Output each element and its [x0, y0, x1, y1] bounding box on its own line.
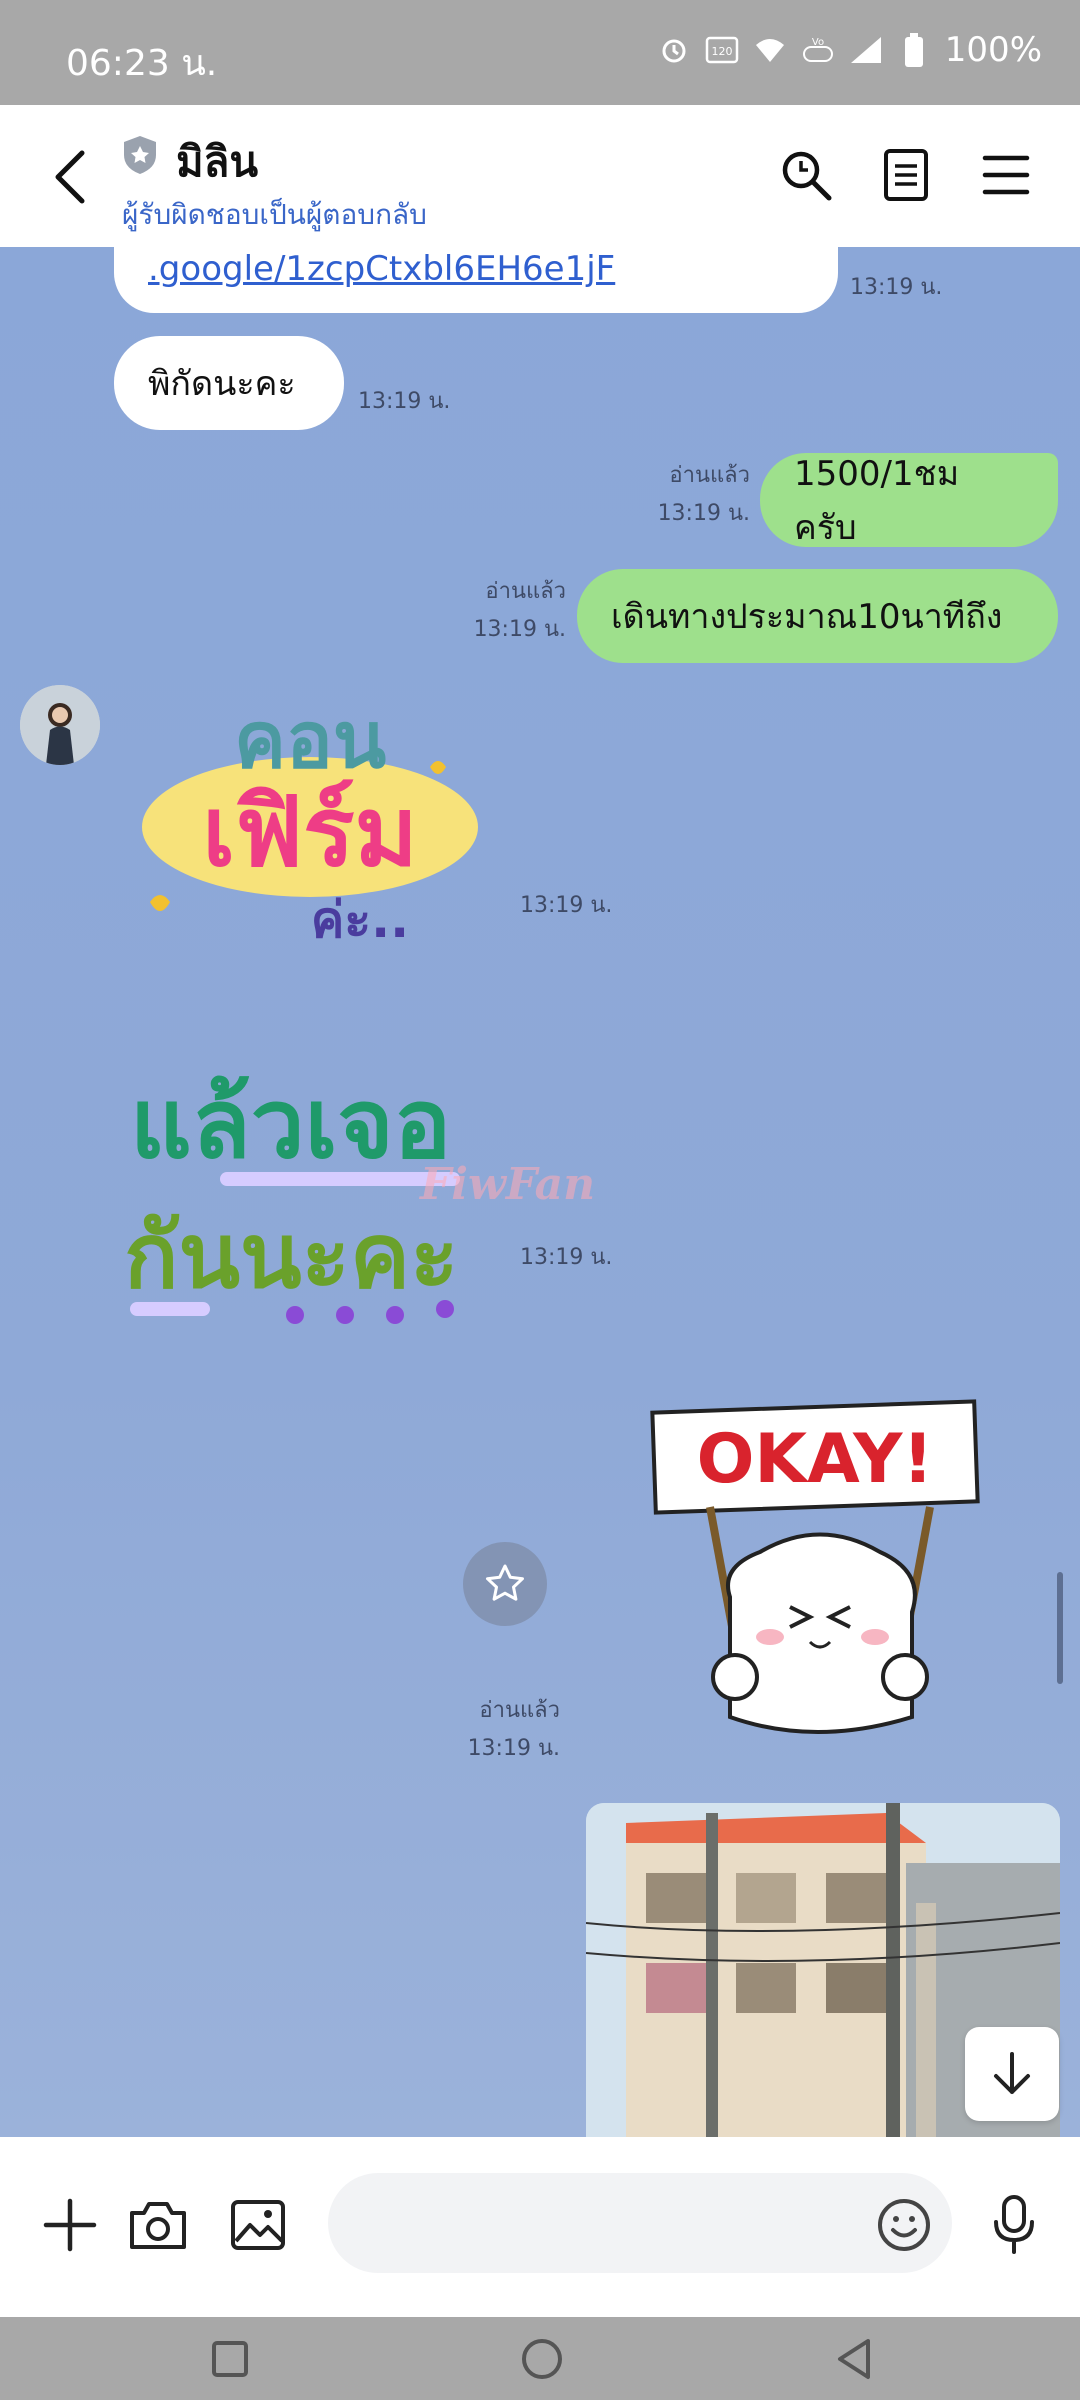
read-receipt: อ่านแล้ว 13:19 น. — [620, 457, 750, 533]
status-time: 06:23 น. — [66, 43, 218, 84]
read-receipt: อ่านแล้ว 13:19 น. — [430, 1692, 560, 1768]
sticker-text-2: เฟิร์ม — [202, 776, 418, 888]
battery-percent: 100% — [944, 30, 1042, 70]
message-text: เดินทางประมาณ10นาทีถึง — [611, 597, 1003, 637]
sticker-text-1: แล้วเจอ — [130, 1068, 451, 1180]
microphone-icon — [994, 2195, 1034, 2254]
message-time: 13:19 น. — [467, 1736, 560, 1761]
shield-icon — [122, 135, 158, 175]
wifi-icon — [753, 33, 787, 67]
status-icons: 120 Vo 100% — [657, 30, 1042, 70]
chat-header: มิลิน ผู้รับผิดชอบเป็นผู้ตอบกลับ — [0, 105, 1080, 247]
scrollbar[interactable] — [1057, 1572, 1063, 1684]
alarm-icon — [657, 33, 691, 67]
voice-button[interactable] — [982, 2193, 1046, 2257]
arrow-down-icon — [994, 2052, 1030, 2094]
message-time: 13:19 น. — [473, 617, 566, 642]
star-icon — [486, 1564, 524, 1601]
back-button[interactable] — [50, 149, 90, 205]
notes-button[interactable] — [876, 145, 936, 205]
home-button[interactable] — [518, 2335, 566, 2383]
triangle-back-icon — [838, 2339, 870, 2379]
image-icon — [231, 2200, 285, 2250]
message-text: 1500/1ชม ครับ — [794, 454, 960, 548]
hd-120-icon: 120 — [705, 33, 739, 67]
scroll-to-bottom-button[interactable] — [965, 2027, 1059, 2121]
sticker-confirm[interactable]: คอน เฟิร์ม ค่ะ.. — [130, 687, 490, 957]
message-time: 13:19 น. — [657, 501, 750, 526]
watermark: FiwFan — [420, 1159, 596, 1210]
location-bubble[interactable]: พิกัดนะคะ — [114, 336, 344, 430]
price-bubble[interactable]: 1500/1ชม ครับ — [760, 453, 1058, 548]
sticker-text-1: คอน — [234, 696, 386, 786]
emoji-icon — [878, 2199, 930, 2251]
favorite-button[interactable] — [463, 1542, 547, 1626]
chat-area[interactable]: .google/1zcpCtxbl6EH6e1jF 13:19 น. พิกัด… — [0, 247, 1080, 2137]
battery-icon — [897, 33, 931, 67]
read-status: อ่านแล้ว — [669, 463, 750, 488]
read-status: อ่านแล้ว — [479, 1698, 560, 1723]
read-status: อ่านแล้ว — [485, 579, 566, 604]
plus-icon — [43, 2198, 97, 2252]
sticker-okay[interactable]: OKAY! — [650, 1397, 980, 1737]
sticker-sign-text: OKAY! — [697, 1420, 934, 1499]
system-nav-bar — [0, 2317, 1080, 2400]
search-button[interactable] — [776, 145, 836, 205]
message-time: 13:19 น. — [358, 389, 451, 414]
recent-apps-button[interactable] — [206, 2335, 254, 2383]
emoji-button[interactable] — [872, 2193, 936, 2257]
read-receipt: อ่านแล้ว 13:19 น. — [436, 573, 566, 649]
system-back-button[interactable] — [830, 2335, 878, 2383]
search-icon — [782, 151, 832, 201]
sticker-text-3: ค่ะ.. — [311, 891, 409, 949]
add-button[interactable] — [38, 2193, 102, 2257]
gallery-button[interactable] — [226, 2193, 290, 2257]
square-icon — [212, 2341, 248, 2377]
message-text: พิกัดนะคะ — [148, 364, 296, 404]
volte-icon: Vo — [801, 33, 835, 67]
svg-text:Vo: Vo — [812, 37, 824, 48]
map-link[interactable]: .google/1zcpCtxbl6EH6e1jF — [148, 249, 615, 289]
camera-icon — [130, 2202, 186, 2249]
message-time: 13:19 น. — [520, 893, 613, 918]
contact-name[interactable]: มิลิน — [176, 129, 258, 195]
svg-text:120: 120 — [711, 45, 732, 58]
contact-subtitle: ผู้รับผิดชอบเป็นผู้ตอบกลับ — [122, 198, 427, 231]
sticker-text-2: กันนะคะ — [124, 1204, 458, 1309]
menu-icon — [982, 155, 1030, 195]
status-bar: 06:23 น. 120 Vo 100% — [0, 0, 1080, 105]
message-time: 13:19 น. — [850, 275, 943, 300]
notes-icon — [884, 149, 928, 201]
camera-button[interactable] — [126, 2193, 190, 2257]
avatar[interactable] — [20, 685, 100, 765]
message-input-bar — [0, 2137, 1080, 2317]
link-bubble[interactable]: .google/1zcpCtxbl6EH6e1jF — [114, 247, 838, 313]
menu-button[interactable] — [976, 145, 1036, 205]
message-time: 13:19 น. — [520, 1245, 613, 1270]
travel-time-bubble[interactable]: เดินทางประมาณ10นาทีถึง — [577, 569, 1058, 663]
signal-icon — [849, 33, 883, 67]
circle-icon — [522, 2339, 562, 2379]
back-arrow-icon — [55, 150, 85, 204]
message-input[interactable] — [328, 2173, 952, 2273]
